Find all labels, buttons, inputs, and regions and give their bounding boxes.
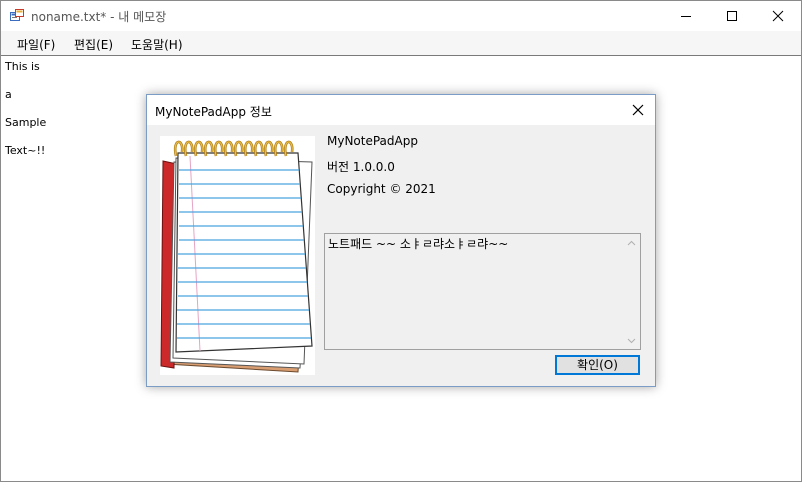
description-textbox[interactable]: 노트패드 ~~ 소ㅑㄹ랴소ㅑㄹ랴~~ <box>324 233 641 350</box>
app-icon <box>10 9 24 21</box>
chevron-up-icon <box>627 240 636 245</box>
editor-line: a <box>5 88 12 101</box>
menu-file[interactable]: 파일(F) <box>17 36 55 53</box>
dialog-title: MyNotePadApp 정보 <box>155 105 272 119</box>
editor-line: This is <box>5 60 40 73</box>
product-name: MyNotePadApp <box>327 134 418 148</box>
window-title: noname.txt* - 내 메모장 <box>31 10 167 24</box>
dialog-close-button[interactable] <box>621 95 655 125</box>
copyright-label: Copyright © 2021 <box>327 182 436 196</box>
scroll-up-button[interactable] <box>623 234 640 251</box>
chevron-down-icon <box>627 338 636 343</box>
close-button[interactable] <box>755 1 801 31</box>
version-label: 버전 1.0.0.0 <box>327 160 395 174</box>
notepad-logo-image <box>160 136 315 375</box>
menu-help[interactable]: 도움말(H) <box>131 36 183 53</box>
description-text: 노트패드 ~~ 소ㅑㄹ랴소ㅑㄹ랴~~ <box>328 237 509 251</box>
maximize-button[interactable] <box>709 1 755 31</box>
editor-line: Text~!! <box>5 144 46 157</box>
scroll-down-button[interactable] <box>623 332 640 349</box>
minimize-button[interactable] <box>663 1 709 31</box>
close-icon <box>772 10 784 22</box>
dialog-title-bar[interactable]: MyNotePadApp 정보 <box>147 95 655 125</box>
minimize-icon <box>681 16 691 17</box>
menu-edit[interactable]: 편집(E) <box>74 36 113 53</box>
menu-bar: 파일(F) 편집(E) 도움말(H) <box>1 31 801 56</box>
maximize-icon <box>727 11 737 21</box>
close-icon <box>632 104 644 116</box>
description-scrollbar[interactable] <box>623 234 640 349</box>
title-bar[interactable]: noname.txt* - 내 메모장 <box>1 1 801 31</box>
about-dialog: MyNotePadApp 정보 MyNotePadApp 버전 1.0.0.0 … <box>146 94 656 387</box>
ok-button[interactable]: 확인(O) <box>555 355 640 375</box>
editor-line: Sample <box>5 116 47 129</box>
